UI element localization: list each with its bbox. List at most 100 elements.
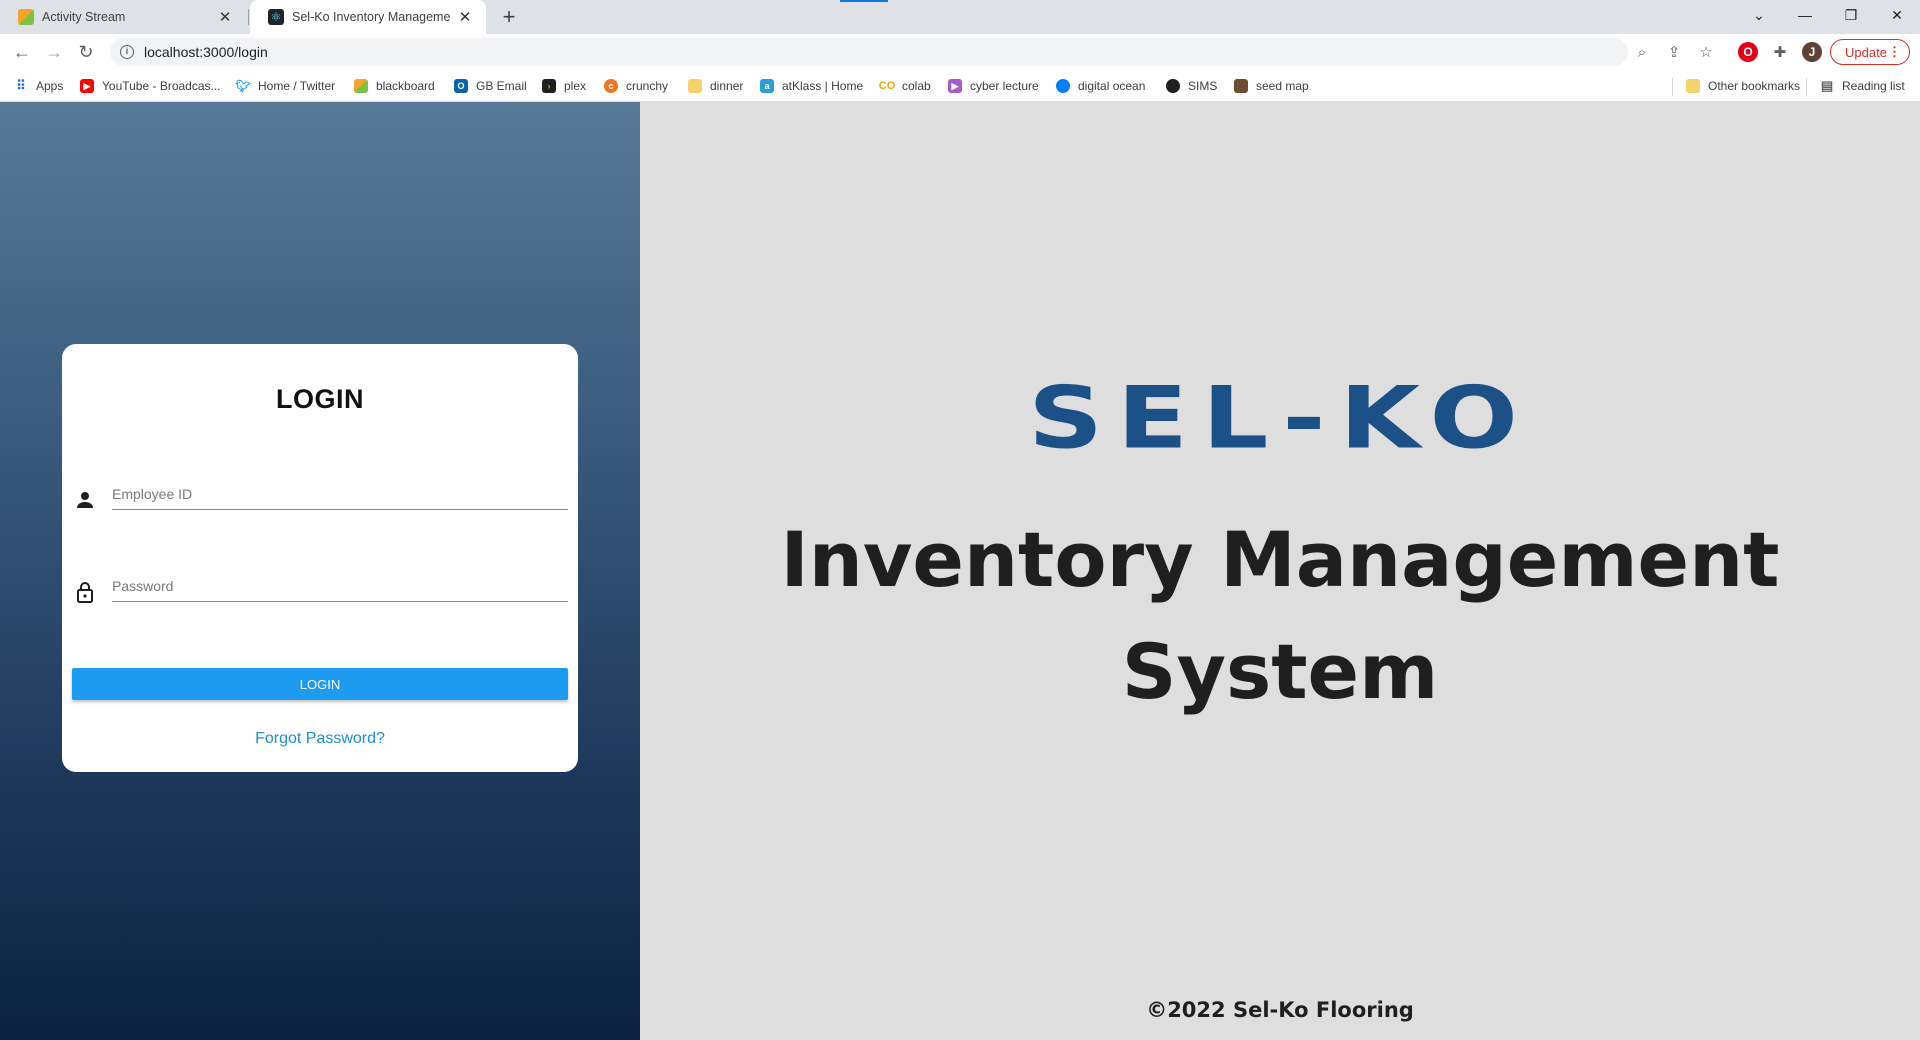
person-icon (77, 492, 93, 508)
bookmarks-bar: ⠿ Apps ▶ YouTube - Broadcas... 🐦︎ Home /… (0, 70, 1920, 102)
bookmark-crunchy[interactable]: c crunchy (604, 77, 668, 95)
twitter-icon: 🐦︎ (235, 79, 251, 93)
tab-title: Sel-Ko Inventory Management Sy (292, 10, 450, 24)
tab-sel-ko[interactable]: ⚛ Sel-Ko Inventory Management Sy ✕ (250, 0, 486, 34)
close-window-icon[interactable]: ✕ (1874, 0, 1920, 30)
other-bookmarks-label: Other bookmarks (1708, 79, 1801, 93)
tab-search-icon[interactable]: ⌄ (1736, 0, 1782, 30)
bookmark-label: YouTube - Broadcas... (102, 79, 221, 93)
app-title-line2: System (1121, 627, 1439, 716)
page-content: LOGIN LOGIN Forgot Password? SEL-KO Inv (0, 102, 1920, 1040)
bookmark-dinner[interactable]: dinner (688, 77, 743, 95)
other-bookmarks[interactable]: Other bookmarks (1686, 77, 1800, 95)
bookmark-label: atKlass | Home (782, 79, 864, 93)
bookmark-seed-map[interactable]: seed map (1234, 77, 1309, 95)
bookmark-label: colab (902, 79, 931, 93)
bookmark-label: Home / Twitter (258, 79, 336, 93)
new-tab-button[interactable]: + (496, 4, 522, 30)
bookmark-colab[interactable]: CO colab (878, 77, 931, 95)
bookmark-label: dinner (710, 79, 744, 93)
login-title: LOGIN (276, 384, 364, 414)
bookmark-label: plex (564, 79, 587, 93)
more-menu-icon: ⋮ (1888, 44, 1901, 59)
minimize-icon[interactable]: — (1782, 0, 1828, 30)
app-title: Inventory Management System (640, 504, 1920, 728)
close-tab-icon[interactable]: ✕ (456, 8, 474, 26)
reading-list[interactable]: ▤ Reading list (1820, 77, 1905, 95)
bookmark-star-icon[interactable]: ☆ (1696, 42, 1716, 62)
bookmark-label: crunchy (626, 79, 669, 93)
hero-panel: SEL-KO Inventory Management System ©2022… (640, 102, 1920, 1040)
tab-strip: Activity Stream ✕ ⚛ Sel-Ko Inventory Man… (0, 0, 1920, 34)
outlook-icon: O (454, 79, 468, 93)
youtube-icon: ▶ (80, 79, 94, 93)
extensions-icon[interactable]: ✚ (1770, 42, 1790, 62)
copyright-footer: ©2022 Sel-Ko Flooring (1146, 998, 1414, 1022)
colab-icon: CO (878, 80, 896, 92)
app-title-line1: Inventory Management (780, 515, 1780, 604)
forgot-password-link[interactable]: Forgot Password? (62, 730, 578, 748)
github-icon (1166, 79, 1180, 93)
folder-icon (1686, 79, 1700, 93)
blackboard-icon (18, 9, 34, 25)
back-icon[interactable]: ← (10, 40, 34, 64)
profile-avatar[interactable]: J (1802, 42, 1822, 62)
tab-divider (248, 9, 249, 25)
zoom-icon[interactable]: ⌕ (1632, 42, 1652, 62)
bookmark-twitter[interactable]: 🐦︎ Home / Twitter (235, 77, 336, 95)
crunchyroll-icon: c (604, 79, 618, 93)
digitalocean-icon (1056, 79, 1070, 93)
bookmark-label: digital ocean (1078, 79, 1146, 93)
play-icon: ▶ (948, 79, 962, 93)
bookmark-label: GB Email (476, 79, 527, 93)
login-button[interactable]: LOGIN (72, 668, 568, 700)
close-tab-icon[interactable]: ✕ (216, 8, 234, 26)
bookmark-gb-email[interactable]: O GB Email (454, 77, 527, 95)
share-icon[interactable]: ⇪ (1664, 42, 1684, 62)
reload-icon[interactable]: ↻ (74, 40, 98, 64)
apps-grid-icon: ⠿ (16, 78, 26, 93)
opera-extension-icon[interactable]: O (1738, 42, 1758, 62)
bookmarks-divider (1672, 78, 1673, 96)
forward-icon[interactable]: → (42, 40, 66, 64)
bookmark-digital-ocean[interactable]: digital ocean (1056, 77, 1145, 95)
login-card: LOGIN LOGIN Forgot Password? (62, 344, 578, 772)
bookmark-blackboard[interactable]: blackboard (354, 77, 435, 95)
bookmark-sims[interactable]: SIMS (1166, 77, 1217, 95)
tab-title: Activity Stream (42, 10, 126, 24)
react-icon: ⚛ (268, 9, 284, 25)
update-label: Update (1845, 44, 1887, 60)
bookmark-label: Apps (36, 79, 64, 93)
reading-list-icon: ▤ (1820, 78, 1834, 93)
update-button[interactable]: Update ⋮ (1830, 39, 1910, 65)
restore-icon[interactable]: ❐ (1828, 0, 1874, 30)
lock-icon (77, 582, 93, 603)
seedmap-icon (1234, 79, 1248, 93)
bookmark-apps[interactable]: ⠿ Apps (14, 77, 63, 95)
tab-activity-stream[interactable]: Activity Stream ✕ (0, 0, 246, 34)
bookmark-youtube[interactable]: ▶ YouTube - Broadcas... (80, 77, 221, 95)
bookmark-plex[interactable]: › plex (542, 77, 586, 95)
address-bar[interactable]: i localhost:3000/login (110, 38, 1628, 66)
folder-icon (688, 79, 702, 93)
toolbar: ← → ↻ i localhost:3000/login ⌕ ⇪ ☆ O ✚ J… (0, 34, 1920, 70)
reading-list-label: Reading list (1842, 79, 1905, 93)
bookmark-label: cyber lecture (970, 79, 1039, 93)
loading-indicator (840, 0, 888, 2)
password-input[interactable] (112, 566, 568, 600)
address-url[interactable]: localhost:3000/login (144, 44, 268, 60)
plex-icon: › (542, 79, 556, 93)
bookmark-label: SIMS (1188, 79, 1218, 93)
site-info-icon[interactable]: i (120, 45, 134, 59)
bookmark-atklass[interactable]: a atKlass | Home (760, 77, 863, 95)
employee-id-input[interactable] (112, 474, 568, 508)
bookmark-cyber-lecture[interactable]: ▶ cyber lecture (948, 77, 1039, 95)
blackboard-icon (354, 79, 368, 93)
employee-id-field[interactable] (112, 474, 568, 510)
atklass-icon: a (760, 79, 774, 93)
bookmarks-divider (1806, 78, 1807, 96)
brand-logo: SEL-KO (1028, 367, 1532, 469)
browser-chrome: Activity Stream ✕ ⚛ Sel-Ko Inventory Man… (0, 0, 1920, 102)
bookmark-label: blackboard (376, 79, 435, 93)
password-field[interactable] (112, 566, 568, 602)
